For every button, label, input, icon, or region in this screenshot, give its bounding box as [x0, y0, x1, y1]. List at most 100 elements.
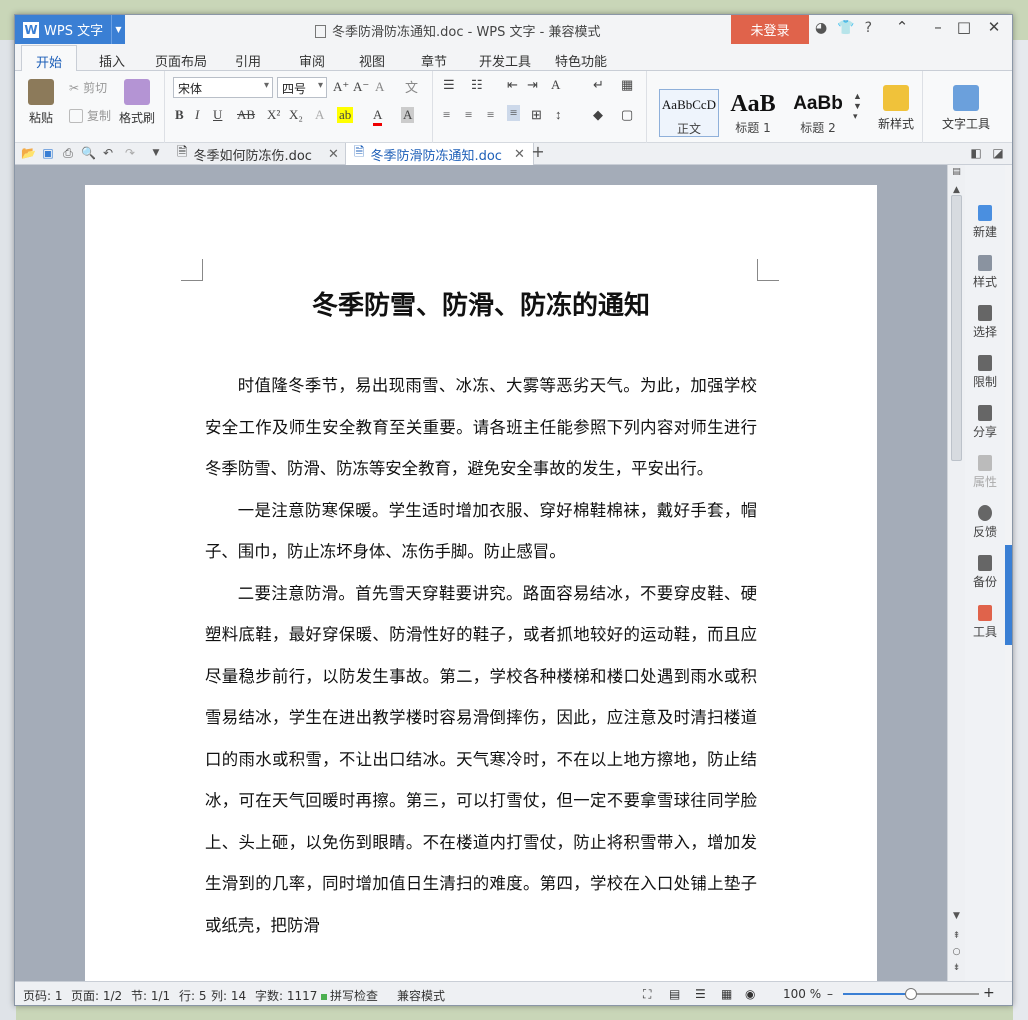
- close-tab-icon[interactable]: ✕: [514, 147, 525, 162]
- help-icon[interactable]: ?: [865, 20, 872, 36]
- shading-icon[interactable]: ◆: [593, 107, 603, 123]
- highlight-icon[interactable]: ab: [337, 107, 354, 123]
- quick-access-dropdown-icon[interactable]: ▼: [149, 146, 163, 160]
- grow-font-icon[interactable]: A⁺: [333, 79, 349, 95]
- paragraph[interactable]: 时值隆冬季节，易出现雨雪、冰冻、大雾等恶劣天气。为此，加强学校安全工作及师生安全…: [205, 365, 757, 490]
- task-pane-expand-handle[interactable]: [1005, 545, 1012, 645]
- phonetic-icon[interactable]: 文: [405, 77, 418, 96]
- side-backup[interactable]: 备份: [965, 555, 1005, 590]
- font-size-select[interactable]: 四号: [277, 77, 327, 98]
- vertical-scrollbar[interactable]: ▤ ▲ ▼ ⇞ ○ ⇟: [947, 165, 965, 981]
- tab-references[interactable]: 引用: [235, 51, 261, 70]
- side-select[interactable]: 选择: [965, 305, 1005, 340]
- tab-page-layout[interactable]: 页面布局: [155, 51, 207, 70]
- show-marks-icon[interactable]: ↵: [593, 77, 604, 93]
- style-heading-1[interactable]: AaB 标题 1: [723, 89, 783, 137]
- web-view-icon[interactable]: ▦: [721, 987, 732, 1001]
- side-properties[interactable]: 属性: [965, 455, 1005, 490]
- border-icon[interactable]: ▢: [621, 107, 633, 123]
- align-right-icon[interactable]: ≡: [487, 107, 494, 123]
- table-border-icon[interactable]: ▦: [621, 77, 633, 93]
- document-body[interactable]: 时值隆冬季节，易出现雨雪、冰冻、大雾等恶劣天气。为此，加强学校安全工作及师生安全…: [205, 365, 757, 946]
- tab-insert[interactable]: 插入: [99, 51, 125, 70]
- page-view-icon[interactable]: ▤: [669, 987, 680, 1001]
- align-justify-icon[interactable]: ≡: [507, 105, 521, 121]
- tab-home[interactable]: 开始: [21, 45, 78, 72]
- tab-settings-icon[interactable]: ◪: [991, 146, 1005, 160]
- zoom-slider-knob[interactable]: [905, 988, 917, 1000]
- char-shading-icon[interactable]: A: [401, 107, 415, 123]
- scrollbar-thumb[interactable]: [951, 195, 962, 461]
- collapse-ribbon-icon[interactable]: ⌃: [889, 18, 915, 36]
- decrease-indent-icon[interactable]: ⇤: [507, 77, 518, 93]
- zoom-slider[interactable]: [843, 988, 979, 1000]
- undo-icon[interactable]: ↶: [101, 146, 115, 160]
- print-preview-icon[interactable]: 🔍: [81, 146, 96, 160]
- align-center-icon[interactable]: ≡: [465, 107, 472, 123]
- font-color-icon[interactable]: A: [373, 107, 383, 126]
- print-icon[interactable]: ⎙: [61, 146, 75, 160]
- clear-format-icon[interactable]: A: [375, 79, 384, 95]
- line-spacing-icon[interactable]: ↕: [555, 107, 562, 123]
- document-title[interactable]: 冬季防雪、防滑、防冻的通知: [85, 285, 877, 322]
- styles-scroll-icon[interactable]: ▲ ▼ ▾: [853, 91, 862, 122]
- next-page-icon[interactable]: ⇟: [948, 963, 965, 973]
- style-normal[interactable]: AaBbCcD 正文: [659, 89, 719, 137]
- text-tools-button[interactable]: 文字工具: [933, 85, 999, 132]
- shirt-icon[interactable]: 👕: [837, 20, 854, 36]
- tab-view[interactable]: 视图: [359, 51, 385, 70]
- side-restrict[interactable]: 限制: [965, 355, 1005, 390]
- tab-features[interactable]: 特色功能: [555, 51, 607, 70]
- reading-view-icon[interactable]: ◉: [745, 987, 755, 1001]
- document-page[interactable]: 冬季防雪、防滑、防冻的通知 时值隆冬季节，易出现雨雪、冰冻、大雾等恶劣天气。为此…: [85, 185, 877, 981]
- paragraph[interactable]: 一是注意防寒保暖。学生适时增加衣服、穿好棉鞋棉袜，戴好手套，帽子、围巾，防止冻坏…: [205, 490, 757, 573]
- doc-tab-1[interactable]: 🗎 冬季如何防冻伤.doc ✕: [169, 143, 347, 165]
- zoom-level[interactable]: 100 %: [783, 987, 821, 1001]
- style-heading-2[interactable]: AaBb 标题 2: [787, 89, 849, 137]
- new-tab-icon[interactable]: +: [531, 144, 545, 160]
- side-share[interactable]: 分享: [965, 405, 1005, 440]
- app-menu-button[interactable]: W WPS 文字 ▼: [15, 15, 125, 44]
- outline-view-icon[interactable]: ☰: [695, 987, 706, 1001]
- side-feedback[interactable]: 反馈: [965, 505, 1005, 540]
- font-name-select[interactable]: 宋体: [173, 77, 273, 98]
- side-tools[interactable]: 工具: [965, 605, 1005, 640]
- copy-button[interactable]: 复制: [69, 107, 111, 124]
- bullet-list-icon[interactable]: ☰: [443, 77, 455, 93]
- fullscreen-icon[interactable]: ⛶: [643, 987, 651, 1002]
- ruler-toggle-icon[interactable]: ▤: [948, 167, 965, 177]
- new-style-button[interactable]: 新样式: [871, 85, 921, 132]
- tab-list-icon[interactable]: ◧: [969, 146, 983, 160]
- tab-chapter[interactable]: 章节: [421, 51, 447, 70]
- align-left-icon[interactable]: ≡: [443, 107, 450, 123]
- save-icon[interactable]: ▣: [41, 146, 55, 160]
- paste-button[interactable]: 粘贴: [23, 79, 59, 126]
- doc-tab-2[interactable]: 🗎 冬季防滑防冻通知.doc ✕: [345, 143, 534, 165]
- close-tab-icon[interactable]: ✕: [328, 147, 339, 162]
- document-area[interactable]: 冬季防雪、防滑、防冻的通知 时值隆冬季节，易出现雨雪、冰冻、大雾等恶劣天气。为此…: [15, 165, 947, 981]
- tab-developer[interactable]: 开发工具: [479, 51, 531, 70]
- open-icon[interactable]: 📂: [21, 146, 36, 160]
- italic-icon[interactable]: I: [195, 107, 199, 123]
- shrink-font-icon[interactable]: A⁻: [353, 79, 369, 95]
- prev-page-icon[interactable]: ⇞: [948, 931, 965, 941]
- increase-indent-icon[interactable]: ⇥: [527, 77, 538, 93]
- zoom-out-icon[interactable]: –: [827, 987, 833, 1001]
- redo-icon[interactable]: ↷: [123, 146, 137, 160]
- minimize-button[interactable]: –: [925, 18, 951, 36]
- tab-review[interactable]: 审阅: [299, 51, 325, 70]
- numbered-list-icon[interactable]: ☷: [471, 77, 483, 93]
- browse-object-icon[interactable]: ○: [948, 947, 965, 957]
- strikethrough-icon[interactable]: AB: [237, 107, 255, 123]
- superscript-icon[interactable]: X²: [267, 107, 280, 123]
- scroll-down-icon[interactable]: ▼: [948, 911, 965, 921]
- spell-check-toggle[interactable]: 拼写检查: [321, 987, 378, 1004]
- subscript-icon[interactable]: X₂: [289, 107, 303, 123]
- maximize-button[interactable]: □: [951, 18, 977, 36]
- paragraph[interactable]: 二要注意防滑。首先雪天穿鞋要讲究。路面容易结冰，不要穿皮鞋、硬塑料底鞋，最好穿保…: [205, 573, 757, 947]
- underline-icon[interactable]: U: [213, 107, 222, 123]
- zoom-in-icon[interactable]: +: [983, 985, 995, 1001]
- side-new[interactable]: 新建: [965, 205, 1005, 240]
- chinese-layout-icon[interactable]: A: [551, 77, 560, 93]
- chevron-down-icon[interactable]: ▼: [111, 15, 125, 44]
